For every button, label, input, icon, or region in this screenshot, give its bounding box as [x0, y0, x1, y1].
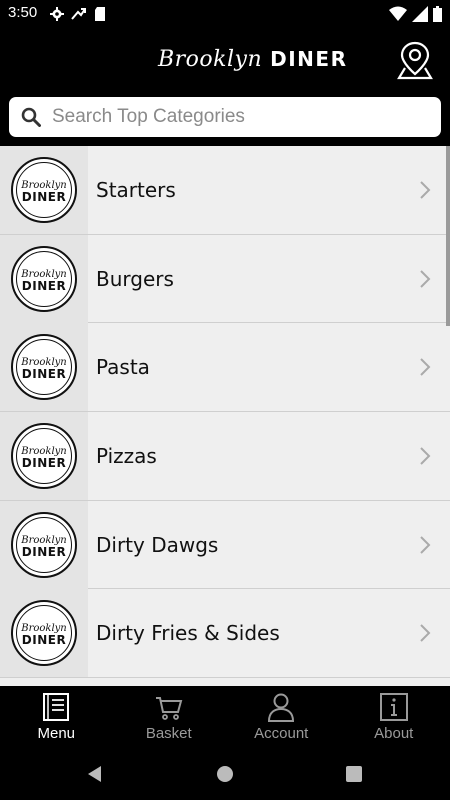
logo-script: Brooklyn	[21, 534, 67, 546]
nav-label: Menu	[37, 725, 76, 742]
logo-script: Brooklyn	[21, 357, 67, 369]
category-row-pasta[interactable]: Brooklyn DINER Pasta	[0, 323, 450, 413]
brooklyn-diner-logo: Brooklyn DINER	[11, 600, 77, 667]
category-label: Pasta	[96, 355, 150, 380]
category-row-pizzas[interactable]: Brooklyn DINER Pizzas	[0, 412, 450, 501]
home-icon[interactable]	[215, 764, 235, 784]
category-label: Dirty Dawgs	[96, 532, 219, 557]
logo-word: DINER	[21, 544, 67, 559]
category-thumbnail: Brooklyn DINER	[0, 589, 88, 678]
logo-word: DINER	[21, 278, 67, 293]
category-row-dirty-fries-sides[interactable]: Brooklyn DINER Dirty Fries & Sides	[0, 589, 450, 679]
cart-icon	[155, 697, 182, 720]
system-nav-bar	[0, 748, 450, 800]
battery-icon	[433, 6, 442, 22]
back-icon[interactable]	[85, 764, 105, 784]
wifi-icon	[389, 6, 407, 21]
brand-script: Brooklyn	[158, 46, 263, 72]
location-button[interactable]	[396, 40, 434, 80]
brand-logo: Brooklyn DINER	[158, 42, 347, 76]
logo-script: Brooklyn	[21, 268, 67, 280]
brooklyn-diner-logo: Brooklyn DINER	[11, 511, 77, 578]
chevron-right-icon	[420, 624, 431, 643]
brooklyn-diner-logo: Brooklyn DINER	[11, 334, 77, 401]
category-thumbnail: Brooklyn DINER	[0, 412, 88, 501]
category-label: Dirty Fries & Sides	[96, 621, 280, 646]
status-time: 3:50	[8, 4, 38, 21]
category-label: Starters	[96, 178, 176, 202]
logo-word: DINER	[21, 367, 67, 382]
user-icon	[267, 693, 295, 722]
nav-menu[interactable]: Menu	[0, 686, 113, 748]
map-pin-icon	[397, 41, 433, 80]
signal-icon	[412, 6, 428, 22]
chevron-right-icon	[420, 269, 431, 288]
category-thumbnail: Brooklyn DINER	[0, 323, 88, 412]
logo-word: DINER	[21, 456, 67, 471]
nav-about[interactable]: About	[338, 686, 450, 748]
search-icon	[21, 107, 41, 127]
category-label: Pizzas	[96, 444, 157, 469]
category-row-dirty-dawgs[interactable]: Brooklyn DINER Dirty Dawgs	[0, 500, 450, 590]
chevron-right-icon	[420, 536, 431, 554]
logo-script: Brooklyn	[21, 446, 67, 458]
gear-icon	[50, 7, 64, 21]
app-header: Brooklyn DINER	[0, 28, 450, 90]
list-scrollbar[interactable]	[446, 146, 450, 326]
category-thumbnail: Brooklyn DINER	[0, 146, 88, 234]
brand-word: DINER	[270, 47, 348, 71]
bottom-nav: Menu Basket Account About	[0, 686, 450, 748]
status-left-icons	[50, 6, 106, 22]
logo-word: DINER	[21, 190, 67, 204]
chevron-right-icon	[420, 358, 431, 377]
brooklyn-diner-logo: Brooklyn DINER	[11, 245, 77, 312]
category-row-burgers[interactable]: Brooklyn DINER Burgers	[0, 234, 450, 324]
nav-account[interactable]: Account	[225, 686, 338, 748]
info-icon	[379, 693, 408, 721]
category-label: Burgers	[96, 266, 174, 291]
status-bar: 3:50	[0, 0, 450, 28]
nav-label: About	[374, 725, 414, 742]
search-input[interactable]	[52, 97, 432, 137]
nav-basket[interactable]: Basket	[113, 686, 226, 748]
chevron-right-icon	[420, 181, 431, 199]
category-list: Brooklyn DINER Starters Brooklyn DINER B…	[0, 146, 450, 686]
category-thumbnail: Brooklyn DINER	[0, 500, 88, 589]
status-right-icons	[389, 5, 442, 23]
category-row-starters[interactable]: Brooklyn DINER Starters	[0, 146, 450, 235]
logo-word: DINER	[21, 633, 67, 648]
brooklyn-diner-logo: Brooklyn DINER	[11, 423, 77, 490]
category-thumbnail: Brooklyn DINER	[0, 234, 88, 323]
search-bar	[9, 97, 441, 137]
missed-call-icon	[71, 8, 86, 20]
nav-label: Account	[254, 725, 309, 742]
logo-script: Brooklyn	[21, 623, 67, 635]
recents-icon[interactable]	[344, 764, 364, 784]
brooklyn-diner-logo: Brooklyn DINER	[11, 157, 77, 223]
menu-book-icon	[43, 693, 69, 721]
nav-label: Basket	[145, 725, 192, 742]
logo-script: Brooklyn	[21, 180, 67, 191]
chevron-right-icon	[420, 447, 431, 465]
sd-card-icon	[95, 7, 105, 21]
